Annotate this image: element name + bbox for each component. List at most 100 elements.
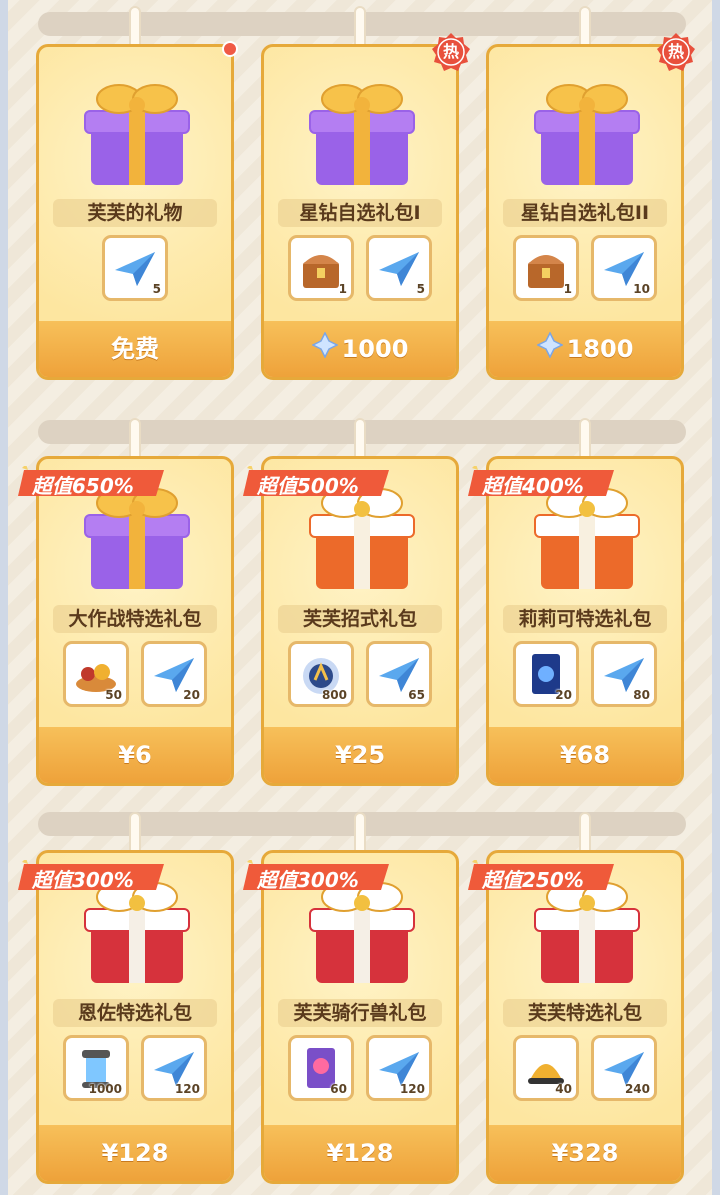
reward-items: 5 bbox=[39, 235, 231, 301]
price-label: ¥68 bbox=[559, 741, 611, 769]
gift-title: 芙芙骑行兽礼包 bbox=[278, 999, 442, 1027]
reward-items: 1 10 bbox=[489, 235, 681, 301]
gift-title: 恩佐特选礼包 bbox=[53, 999, 217, 1027]
purple-gift-icon bbox=[527, 71, 647, 191]
reward-items: 50 20 bbox=[39, 641, 231, 707]
price-label: ¥128 bbox=[101, 1139, 169, 1167]
gift-card[interactable]: 芙芙特选礼包 40 240 ¥328 bbox=[486, 850, 684, 1184]
star-diamond-icon bbox=[310, 322, 339, 377]
value-badge-label: 超值500% bbox=[257, 474, 359, 498]
item-quantity: 10 bbox=[633, 282, 650, 296]
value-badge-label: 超值650% bbox=[32, 474, 134, 498]
reward-item[interactable]: 60 bbox=[288, 1035, 354, 1101]
value-badge: 超值250% bbox=[468, 858, 618, 894]
reward-item[interactable]: 5 bbox=[366, 235, 432, 301]
purple-gift-icon bbox=[302, 71, 422, 191]
gift-card[interactable]: 芙芙骑行兽礼包 60 120 ¥128 bbox=[261, 850, 459, 1184]
value-badge: 超值300% bbox=[18, 858, 168, 894]
right-border bbox=[712, 0, 720, 1195]
value-badge: 超值500% bbox=[243, 464, 393, 500]
reward-items: 800 65 bbox=[264, 641, 456, 707]
hot-badge: 热 bbox=[656, 32, 696, 72]
gift-card[interactable]: 芙芙招式礼包 800 65 ¥25 bbox=[261, 456, 459, 786]
item-quantity: 120 bbox=[399, 1082, 425, 1096]
reward-items: 60 120 bbox=[264, 1035, 456, 1101]
price-label: ¥6 bbox=[118, 741, 152, 769]
gift-title: 莉莉可特选礼包 bbox=[503, 605, 667, 633]
reward-item[interactable]: 1 bbox=[513, 235, 579, 301]
item-quantity: 80 bbox=[633, 688, 650, 702]
value-badge-label: 超值300% bbox=[257, 868, 359, 892]
item-quantity: 40 bbox=[555, 1082, 572, 1096]
star-diamond-icon bbox=[535, 322, 564, 377]
value-badge: 超值650% bbox=[18, 464, 168, 500]
gift-card[interactable]: 芙芙的礼物 5 免费 bbox=[36, 44, 234, 380]
price-button[interactable]: 免费 bbox=[39, 321, 231, 377]
item-quantity: 5 bbox=[416, 282, 425, 296]
reward-items: 1000 120 bbox=[39, 1035, 231, 1101]
price-label: 免费 bbox=[111, 335, 159, 363]
notification-dot bbox=[222, 41, 238, 57]
price-button[interactable]: ¥6 bbox=[39, 727, 231, 783]
item-quantity: 240 bbox=[624, 1082, 650, 1096]
reward-items: 20 80 bbox=[489, 641, 681, 707]
item-quantity: 65 bbox=[408, 688, 425, 702]
item-quantity: 120 bbox=[174, 1082, 200, 1096]
item-quantity: 20 bbox=[555, 688, 572, 702]
hot-label: 热 bbox=[667, 42, 684, 61]
gift-card[interactable]: 星钻自选礼包I 1 5 1000 bbox=[261, 44, 459, 380]
item-quantity: 60 bbox=[330, 1082, 347, 1096]
value-badge: 超值400% bbox=[468, 464, 618, 500]
gift-card[interactable]: 莉莉可特选礼包 20 80 ¥68 bbox=[486, 456, 684, 786]
gift-title: 大作战特选礼包 bbox=[53, 605, 217, 633]
reward-item[interactable]: 1000 bbox=[63, 1035, 129, 1101]
gift-title: 星钻自选礼包I bbox=[278, 199, 442, 227]
price-button[interactable]: ¥128 bbox=[264, 1125, 456, 1181]
reward-item[interactable]: 40 bbox=[513, 1035, 579, 1101]
item-quantity: 1 bbox=[338, 282, 347, 296]
price-label: ¥25 bbox=[334, 741, 386, 769]
reward-item[interactable]: 50 bbox=[63, 641, 129, 707]
value-badge-label: 超值300% bbox=[32, 868, 134, 892]
price-button[interactable]: ¥128 bbox=[39, 1125, 231, 1181]
gift-title: 芙芙的礼物 bbox=[53, 199, 217, 227]
value-badge-label: 超值250% bbox=[482, 868, 584, 892]
item-quantity: 5 bbox=[152, 282, 161, 296]
reward-item[interactable]: 240 bbox=[591, 1035, 657, 1101]
reward-item[interactable]: 1 bbox=[288, 235, 354, 301]
left-border bbox=[0, 0, 8, 1195]
price-button[interactable]: 1800 bbox=[489, 321, 681, 377]
gift-title: 芙芙招式礼包 bbox=[278, 605, 442, 633]
price-button[interactable]: 1000 bbox=[264, 321, 456, 377]
reward-items: 40 240 bbox=[489, 1035, 681, 1101]
hot-badge: 热 bbox=[431, 32, 471, 72]
reward-item[interactable]: 20 bbox=[141, 641, 207, 707]
gift-card[interactable]: 星钻自选礼包II 1 10 1800 bbox=[486, 44, 684, 380]
reward-item[interactable]: 120 bbox=[366, 1035, 432, 1101]
price-button[interactable]: ¥25 bbox=[264, 727, 456, 783]
gift-title: 星钻自选礼包II bbox=[503, 199, 667, 227]
reward-item[interactable]: 65 bbox=[366, 641, 432, 707]
reward-item[interactable]: 20 bbox=[513, 641, 579, 707]
gift-title: 芙芙特选礼包 bbox=[503, 999, 667, 1027]
value-badge-label: 超值400% bbox=[482, 474, 584, 498]
price-button[interactable]: ¥328 bbox=[489, 1125, 681, 1181]
value-badge: 超值300% bbox=[243, 858, 393, 894]
price-label: 1800 bbox=[566, 335, 634, 363]
item-quantity: 50 bbox=[105, 688, 122, 702]
purple-gift-icon bbox=[77, 71, 197, 191]
hot-label: 热 bbox=[442, 42, 459, 61]
reward-item[interactable]: 10 bbox=[591, 235, 657, 301]
price-label: 1000 bbox=[341, 335, 409, 363]
price-label: ¥128 bbox=[326, 1139, 394, 1167]
gift-shop-page: 芙芙的礼物 5 免费 星钻自选礼包I 1 5 1000 热 星钻自选礼包II 1 10 1800 热… bbox=[0, 0, 720, 1195]
reward-item[interactable]: 120 bbox=[141, 1035, 207, 1101]
reward-item[interactable]: 80 bbox=[591, 641, 657, 707]
reward-item[interactable]: 800 bbox=[288, 641, 354, 707]
reward-item[interactable]: 5 bbox=[102, 235, 168, 301]
reward-items: 15 bbox=[264, 235, 456, 301]
gift-card[interactable]: 大作战特选礼包 50 20 ¥6 bbox=[36, 456, 234, 786]
price-button[interactable]: ¥68 bbox=[489, 727, 681, 783]
gift-card[interactable]: 恩佐特选礼包 1000 120 ¥128 bbox=[36, 850, 234, 1184]
item-quantity: 1 bbox=[563, 282, 572, 296]
